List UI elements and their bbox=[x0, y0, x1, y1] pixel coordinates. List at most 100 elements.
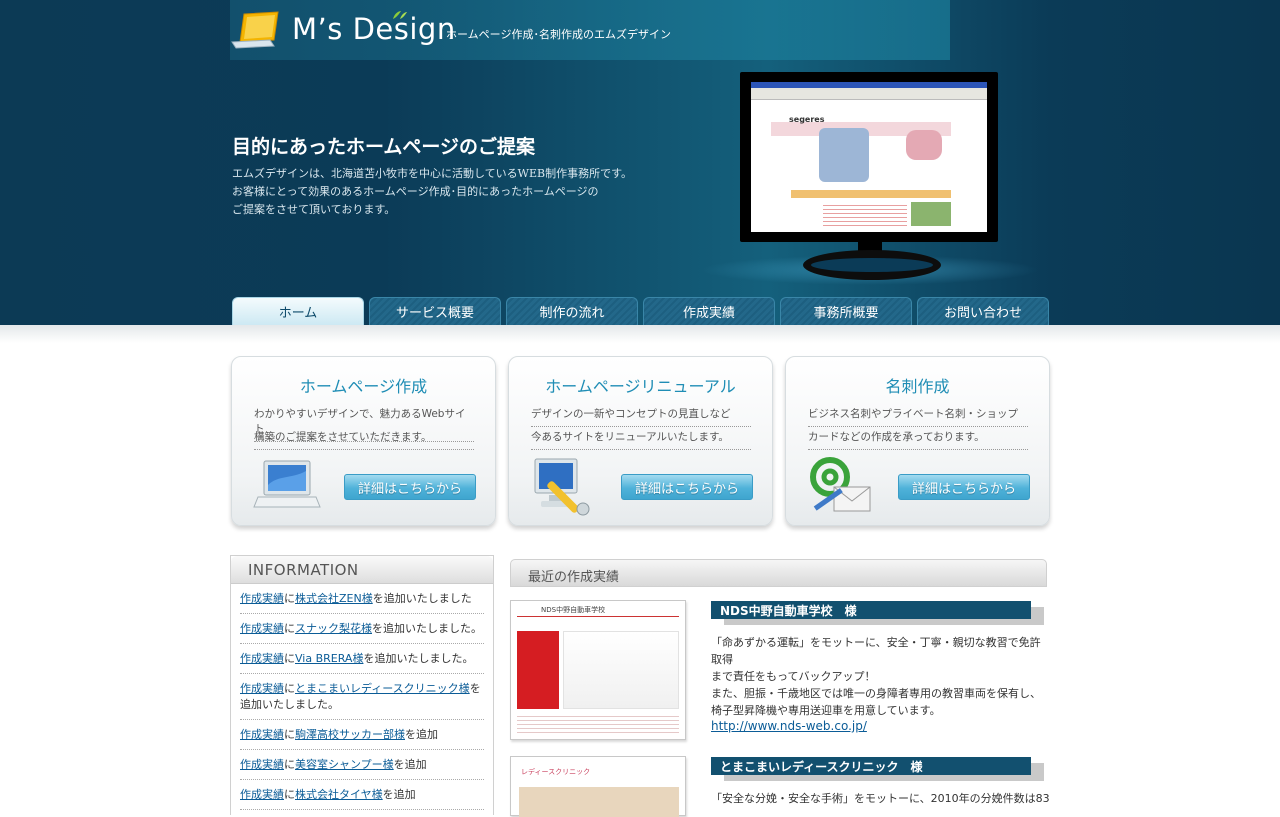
info-text: に bbox=[284, 592, 295, 605]
service-details-button[interactable]: 詳細はこちらから bbox=[344, 474, 476, 500]
works-link[interactable]: 作成実績 bbox=[240, 592, 284, 605]
info-text: に bbox=[284, 682, 295, 695]
service-card-title: 名刺作成 bbox=[885, 377, 950, 396]
client-link[interactable]: 美容室シャンプー様 bbox=[295, 758, 394, 771]
service-card-text: 今あるサイトをリニューアルいたします。 bbox=[531, 429, 751, 450]
information-item: 作成実績にVia BRERA様を追加いたしました。 bbox=[240, 644, 484, 674]
service-card-text: デザインの一新やコンセプトの見直しなど bbox=[531, 406, 751, 427]
information-item: 作成実績にスナック梨花様を追加いたしました。 bbox=[240, 614, 484, 644]
monitor-screen: segeres bbox=[751, 82, 987, 232]
works-link[interactable]: 作成実績 bbox=[240, 788, 284, 801]
work-title: とまこまいレディースクリニック 様 bbox=[711, 757, 1031, 775]
email-at-icon bbox=[810, 457, 871, 512]
thumb-header: NDS中野自動車学校 bbox=[517, 606, 679, 617]
work-thumbnail[interactable]: レディースクリニック bbox=[510, 756, 686, 817]
info-text: に bbox=[284, 652, 295, 665]
main-nav: ホーム サービス概要 制作の流れ 作成実績 事務所概要 お問い合わせ bbox=[232, 297, 1050, 325]
screen-photo bbox=[819, 128, 869, 182]
hero-line: ご提案をさせて頂いております。 bbox=[232, 203, 396, 216]
work-desc-line: 椅子型昇降機や専用送迎車を用意しています。 bbox=[711, 704, 941, 717]
thumb-photo bbox=[519, 787, 679, 817]
client-link[interactable]: 株式会社ZEN様 bbox=[295, 592, 373, 605]
works-link[interactable]: 作成実績 bbox=[240, 758, 284, 771]
work-url-link[interactable]: http://www.nds-web.co.jp/ bbox=[711, 719, 867, 733]
info-text: を追加いたしました bbox=[372, 592, 472, 605]
information-list: 作成実績に株式会社ZEN様を追加いたしました 作成実績にスナック梨花様を追加いた… bbox=[231, 584, 493, 810]
thumb-footer bbox=[517, 713, 679, 733]
works-link[interactable]: 作成実績 bbox=[240, 728, 284, 741]
service-card-text: 構築のご提案をさせていただきます。 bbox=[254, 429, 474, 450]
header-shadow bbox=[0, 325, 1280, 343]
service-card-title: ホームページ作成 bbox=[299, 377, 428, 396]
info-text: を追加いたしました。 bbox=[363, 652, 474, 665]
thumb-label: レディースクリニック bbox=[521, 768, 591, 776]
thumb-sidebar bbox=[517, 631, 559, 709]
work-thumbnail[interactable]: NDS中野自動車学校 bbox=[510, 600, 686, 740]
info-text: に bbox=[284, 622, 295, 635]
client-link[interactable]: Via BRERA様 bbox=[295, 652, 363, 665]
site-header: M’s Design ホームページ作成･名刺作成のエムズデザイン 目的にあったホ… bbox=[0, 0, 1280, 325]
hero-line: お客様にとって効果のあるホームページ作成･目的にあったホームページの bbox=[232, 185, 599, 198]
service-card-homepage: ホームページ作成 わかりやすいデザインで、魅力あるWebサイト 構築のご提案をさ… bbox=[231, 356, 496, 526]
screen-photo bbox=[906, 130, 942, 160]
thumb-body bbox=[563, 631, 679, 709]
screen-photo bbox=[911, 202, 951, 226]
screen-brand: segeres bbox=[789, 115, 825, 124]
nav-tab-works[interactable]: 作成実績 bbox=[643, 297, 775, 325]
site-tagline: ホームページ作成･名刺作成のエムズデザイン bbox=[446, 28, 671, 41]
works-link[interactable]: 作成実績 bbox=[240, 622, 284, 635]
monitor-base bbox=[803, 250, 941, 280]
works-link[interactable]: 作成実績 bbox=[240, 682, 284, 695]
information-panel: INFORMATION 作成実績に株式会社ZEN様を追加いたしました 作成実績に… bbox=[230, 555, 494, 815]
work-desc-line: まで責任をもってバックアップ！ bbox=[711, 670, 876, 683]
service-card-renewal: ホームページリニューアル デザインの一新やコンセプトの見直しなど 今あるサイトを… bbox=[508, 356, 773, 526]
info-text: を追加 bbox=[382, 788, 416, 801]
nav-tab-contact[interactable]: お問い合わせ bbox=[917, 297, 1049, 325]
client-link[interactable]: スナック梨花様 bbox=[295, 622, 372, 635]
service-card-title: ホームページリニューアル bbox=[545, 377, 736, 396]
info-text: を追加 bbox=[405, 728, 438, 741]
information-item: 作成実績に株式会社ZEN様を追加いたしました bbox=[240, 584, 484, 614]
client-link[interactable]: 駒澤高校サッカー部様 bbox=[295, 728, 405, 741]
work-desc-line: また、胆振・千歳地区では唯一の身障者専用の教習車両を保有し、 bbox=[711, 687, 1041, 700]
monitor-logo-icon[interactable] bbox=[230, 10, 286, 52]
nav-tab-services[interactable]: サービス概要 bbox=[369, 297, 501, 325]
information-item: 作成実績に株式会社タイヤ様を追加 bbox=[240, 780, 484, 810]
service-details-button[interactable]: 詳細はこちらから bbox=[898, 474, 1030, 500]
information-item: 作成実績に駒澤高校サッカー部様を追加 bbox=[240, 720, 484, 750]
service-card-text: カードなどの作成を承っております。 bbox=[808, 429, 1028, 450]
hero-title: 目的にあったホームページのご提案 bbox=[232, 136, 536, 158]
nav-tab-office[interactable]: 事務所概要 bbox=[780, 297, 912, 325]
information-heading: INFORMATION bbox=[231, 556, 493, 584]
nav-tab-flow[interactable]: 制作の流れ bbox=[506, 297, 638, 325]
laptop-icon bbox=[253, 460, 321, 508]
screen-bar bbox=[791, 190, 951, 198]
hero-line: エムズデザインは、北海道苫小牧市を中心に活動しているWEB制作事務所です。 bbox=[232, 167, 632, 180]
nav-tab-home[interactable]: ホーム bbox=[232, 297, 364, 325]
work-title: NDS中野自動車学校 様 bbox=[711, 601, 1031, 619]
work-desc-line: 「命あずかる運転」をモットーに、安全・丁寧・親切な教習で免許取得 bbox=[711, 636, 1041, 666]
hero-description: エムズデザインは、北海道苫小牧市を中心に活動しているWEB制作事務所です。 お客… bbox=[232, 165, 692, 219]
works-link[interactable]: 作成実績 bbox=[240, 652, 284, 665]
info-text: を追加 bbox=[393, 758, 427, 771]
work-desc-line: 「安全な分娩・安全な手術」をモットーに、2010年の分娩件数は83 bbox=[711, 792, 1050, 805]
info-text: を追加いたしました。 bbox=[372, 622, 482, 635]
service-card-text: ビジネス名刺やプライベート名刺・ショップ bbox=[808, 406, 1028, 427]
info-text: に bbox=[284, 728, 295, 741]
client-link[interactable]: とまこまいレディースクリニック様 bbox=[295, 682, 470, 695]
client-link[interactable]: 株式会社タイヤ様 bbox=[295, 788, 383, 801]
hero-monitor-image: segeres bbox=[740, 72, 998, 242]
leaf-icon bbox=[393, 11, 407, 19]
logo-text[interactable]: M’s Design bbox=[292, 12, 456, 46]
service-details-button[interactable]: 詳細はこちらから bbox=[621, 474, 753, 500]
work-description: 「命あずかる運転」をモットーに、安全・丁寧・親切な教習で免許取得 まで責任をもっ… bbox=[711, 634, 1051, 719]
info-text: に bbox=[284, 788, 295, 801]
work-description: 「安全な分娩・安全な手術」をモットーに、2010年の分娩件数は83 bbox=[711, 790, 1051, 807]
information-item: 作成実績にとまこまいレディースクリニック様を追加いたしました。 bbox=[240, 674, 484, 720]
monitor-wrench-icon bbox=[534, 458, 590, 516]
info-text: に bbox=[284, 758, 295, 771]
information-item: 作成実績に美容室シャンプー様を追加 bbox=[240, 750, 484, 780]
service-card-business-card: 名刺作成 ビジネス名刺やプライベート名刺・ショップ カードなどの作成を承っており… bbox=[785, 356, 1050, 526]
screen-list bbox=[823, 202, 907, 226]
recent-works-heading: 最近の作成実績 bbox=[510, 559, 1047, 587]
